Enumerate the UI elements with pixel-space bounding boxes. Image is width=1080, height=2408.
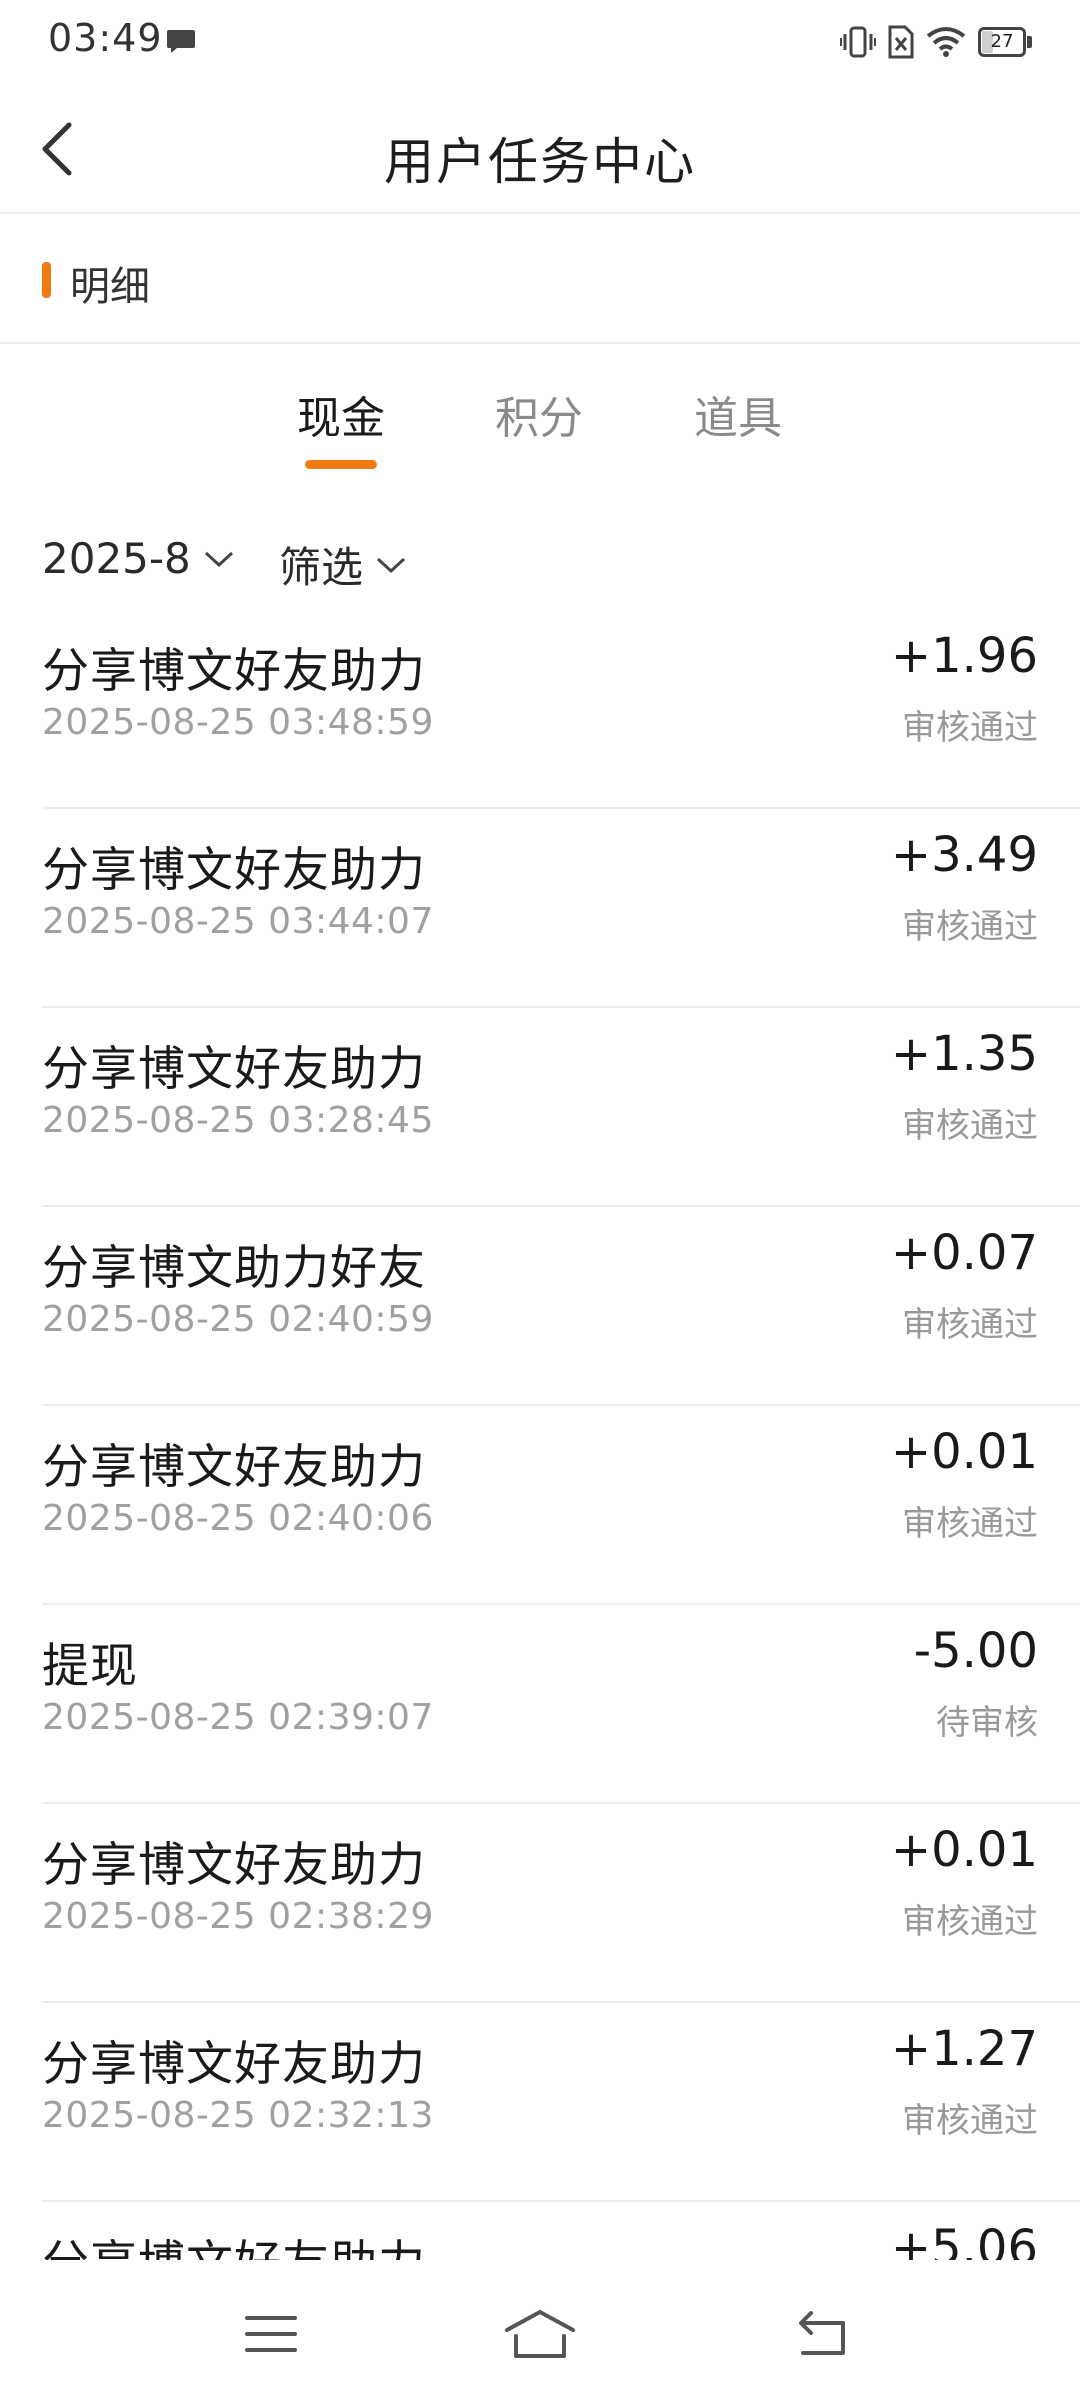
record-status: 审核通过 — [902, 907, 1038, 947]
home-icon — [505, 2310, 575, 2358]
vibrate-icon — [840, 26, 876, 58]
record-title: 分享博文好友助力 — [42, 1042, 426, 1097]
record-amount: +0.07 — [890, 1225, 1038, 1281]
record-time: 2025-08-25 03:48:59 — [42, 702, 434, 743]
record-amount: +3.49 — [890, 827, 1038, 883]
record-title: 分享博文好友助力 — [42, 644, 426, 699]
nav-home-button[interactable] — [500, 2304, 580, 2364]
battery-level: 27 — [990, 31, 1014, 52]
record-time: 2025-08-25 03:28:45 — [42, 1100, 434, 1141]
record-time: 2025-08-25 02:38:29 — [42, 1896, 434, 1937]
list-item[interactable]: 分享博文好友助力 2025-08-25 03:44:07 +3.49 审核通过 — [42, 809, 1080, 1008]
list-item[interactable]: 分享博文助力好友 2025-08-25 02:40:59 +0.07 审核通过 — [42, 1207, 1080, 1406]
record-title: 分享博文好友助力 — [42, 843, 426, 898]
active-tab-indicator — [305, 460, 377, 469]
record-title: 提现 — [42, 1639, 138, 1694]
record-amount: +0.01 — [890, 1424, 1038, 1480]
list-item[interactable]: 分享博文好友助力 2025-08-25 02:40:06 +0.01 审核通过 — [42, 1406, 1080, 1605]
tab-points[interactable]: 积分 — [469, 382, 609, 446]
list-item[interactable]: 提现 2025-08-25 02:39:07 -5.00 待审核 — [42, 1605, 1080, 1804]
back-arrow-icon — [799, 2311, 845, 2355]
tab-cash[interactable]: 现金 — [271, 382, 411, 446]
month-filter-label: 2025-8 — [42, 534, 191, 583]
screen: 03:49 27 用户任务中心 明细 现金 积分 道具 2025-8 筛选 分享… — [0, 0, 1080, 2408]
record-title: 分享博文好友助力 — [42, 2037, 426, 2092]
record-status: 审核通过 — [902, 1305, 1038, 1345]
record-status: 审核通过 — [902, 1902, 1038, 1942]
status-time: 03:49 — [48, 16, 163, 60]
tab-items[interactable]: 道具 — [668, 382, 808, 446]
tab-bar: 现金 积分 道具 — [0, 360, 1080, 480]
record-status: 待审核 — [936, 1703, 1038, 1743]
filter-dropdown-label: 筛选 — [279, 543, 364, 592]
record-status: 审核通过 — [902, 708, 1038, 748]
record-amount: +1.27 — [890, 2021, 1038, 2077]
record-title: 分享博文好友助力 — [42, 1838, 426, 1893]
record-status: 审核通过 — [902, 2101, 1038, 2141]
system-nav-bar — [0, 2260, 1080, 2408]
chevron-down-icon — [204, 551, 233, 567]
section-accent-bar — [42, 262, 51, 298]
record-list: 分享博文好友助力 2025-08-25 03:48:59 +1.96 审核通过 … — [0, 610, 1080, 2401]
nav-menu-button[interactable] — [231, 2304, 311, 2364]
list-item[interactable]: 分享博文好友助力 2025-08-25 02:32:13 +1.27 审核通过 — [42, 2003, 1080, 2202]
record-time: 2025-08-25 02:32:13 — [42, 2095, 434, 2136]
list-item[interactable]: 分享博文好友助力 2025-08-25 02:38:29 +0.01 审核通过 — [42, 1804, 1080, 2003]
menu-icon — [245, 2316, 297, 2352]
filter-dropdown[interactable]: 筛选 — [279, 534, 407, 595]
record-status: 审核通过 — [902, 1504, 1038, 1544]
record-time: 2025-08-25 02:39:07 — [42, 1697, 434, 1738]
wifi-icon — [926, 27, 966, 57]
page-title: 用户任务中心 — [384, 133, 696, 191]
record-amount: -5.00 — [913, 1623, 1038, 1679]
status-bar: 03:49 27 — [0, 0, 1080, 84]
section-label: 明细 — [70, 264, 150, 310]
record-amount: +1.35 — [890, 1026, 1038, 1082]
no-sim-icon — [888, 25, 914, 59]
list-item[interactable]: 分享博文好友助力 2025-08-25 03:48:59 +1.96 审核通过 — [42, 610, 1080, 809]
status-icons: 27 — [840, 22, 1032, 62]
app-header: 用户任务中心 — [0, 84, 1080, 214]
record-amount: +1.96 — [890, 628, 1038, 684]
record-time: 2025-08-25 02:40:06 — [42, 1498, 434, 1539]
month-filter[interactable]: 2025-8 — [42, 534, 235, 583]
filter-row: 2025-8 筛选 — [0, 520, 1080, 610]
list-item[interactable]: 分享博文好友助力 2025-08-25 03:28:45 +1.35 审核通过 — [42, 1008, 1080, 1207]
message-icon — [167, 30, 195, 53]
record-title: 分享博文好友助力 — [42, 1440, 426, 1495]
record-time: 2025-08-25 03:44:07 — [42, 901, 434, 942]
battery-icon: 27 — [978, 27, 1032, 57]
nav-back-button[interactable] — [783, 2304, 863, 2364]
record-title: 分享博文助力好友 — [42, 1241, 426, 1296]
record-status: 审核通过 — [902, 1106, 1038, 1146]
record-time: 2025-08-25 02:40:59 — [42, 1299, 434, 1340]
section-header: 明细 — [0, 214, 1080, 344]
record-amount: +0.01 — [890, 1822, 1038, 1878]
chevron-down-icon — [376, 557, 406, 573]
